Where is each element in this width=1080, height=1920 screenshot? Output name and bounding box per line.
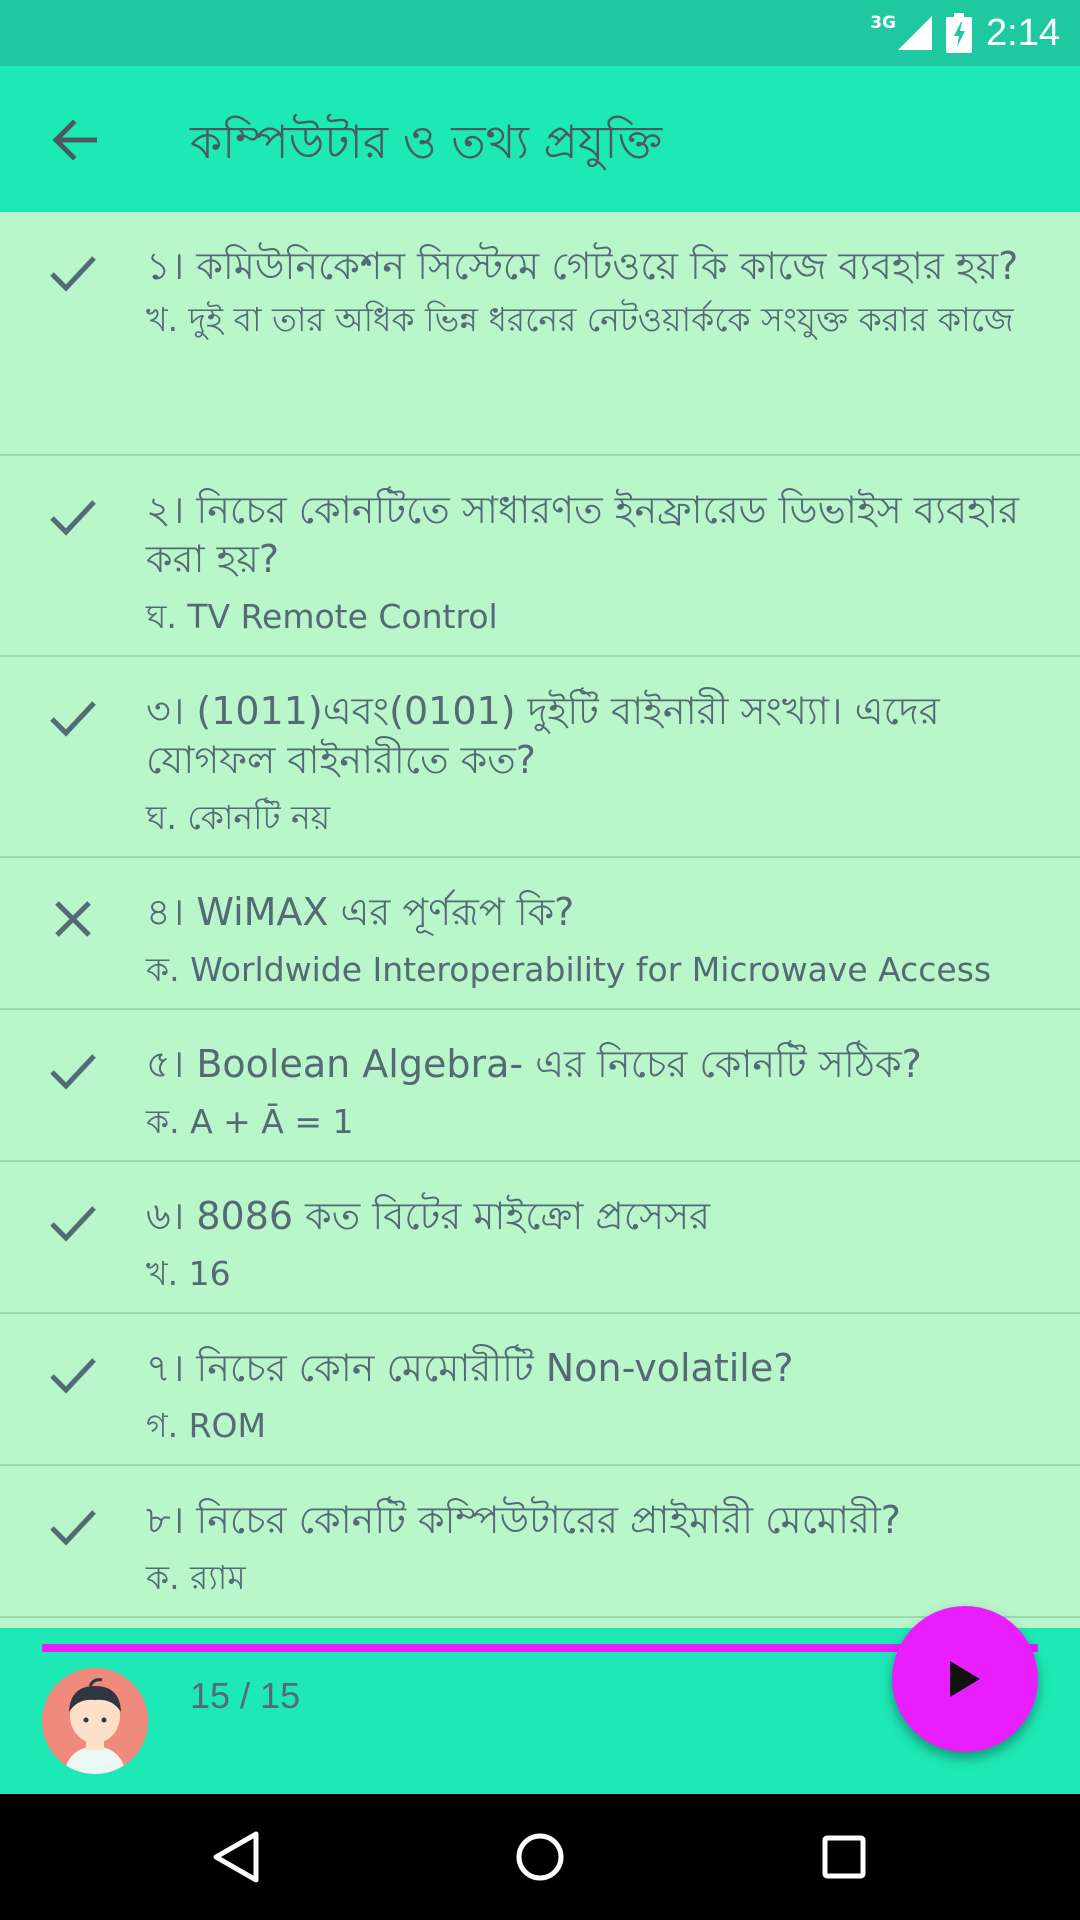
question-text: ২। নিচের কোনটিতে সাধারণত ইনফ্রারেড ডিভাই…: [146, 488, 1020, 581]
status-mark: [46, 1044, 100, 1098]
question-list[interactable]: ১। কমিউনিকেশন সিস্টেমে গেটওয়ে কি কাজে ব…: [0, 212, 1080, 1628]
question-text: ৮। নিচের কোনটি কম্পিউটারের প্রাইমারী মেম…: [146, 1498, 901, 1542]
question-text: ৪। WiMAX এর পূর্ণরূপ কি?: [146, 890, 575, 934]
nav-recents-button[interactable]: [784, 1794, 904, 1920]
question-counter: 15 / 15: [190, 1675, 301, 1716]
status-time: 2:14: [986, 11, 1060, 54]
status-mark: [46, 691, 100, 745]
close-icon: [55, 901, 91, 937]
arrow-back-icon: [52, 120, 97, 160]
network-type-label: 3G: [870, 13, 897, 33]
status-mark: [46, 246, 100, 300]
question-text: ১। কমিউনিকেশন সিস্টেমে গেটওয়ে কি কাজে ব…: [146, 244, 1019, 288]
answer-text: ঘ. কোনটি নয়: [146, 798, 331, 837]
check-icon: [50, 1358, 96, 1394]
question-text: ৩। (1011)এবং(0101) দুইটি বাইনারী সংখ্যা।…: [146, 689, 940, 782]
circle-home-icon: [516, 1833, 564, 1881]
check-icon: [50, 1206, 96, 1242]
play-button[interactable]: [892, 1606, 1038, 1752]
app-bar: কম্পিউটার ও তথ্য প্রযুক্তি: [0, 66, 1080, 212]
answer-text: ক. A + Ā = 1: [146, 1102, 354, 1141]
triangle-back-icon: [213, 1831, 259, 1883]
bottom-bar: 15 / 15: [0, 1606, 1080, 1794]
check-icon: [50, 1054, 96, 1090]
question-text: ৫। Boolean Algebra- এর নিচের কোনটি সঠিক?: [146, 1042, 922, 1086]
question-item-2[interactable]: ২। নিচের কোনটিতে সাধারণত ইনফ্রারেড ডিভাই…: [0, 456, 1080, 657]
question-item-5[interactable]: ৫। Boolean Algebra- এর নিচের কোনটি সঠিক?…: [0, 1010, 1080, 1162]
check-icon: [50, 256, 96, 292]
play-icon: [950, 1661, 980, 1697]
answer-text: ঘ. TV Remote Control: [146, 597, 498, 636]
question-item-7[interactable]: ৭। নিচের কোন মেমোরীটি Non-volatile? গ. R…: [0, 1314, 1080, 1466]
answer-text: খ. 16: [146, 1254, 231, 1293]
battery-icon: [946, 13, 973, 53]
square-recents-icon: [822, 1835, 866, 1879]
status-mark: [46, 1500, 100, 1554]
signal-icon: [898, 16, 933, 50]
question-item-6[interactable]: ৬। 8086 কত বিটের মাইক্রো প্রসেসর খ. 16: [0, 1162, 1080, 1314]
answer-text: খ. দুই বা তার অধিক ভিন্ন ধরনের নেটওয়ার্…: [146, 300, 1014, 339]
back-button[interactable]: [38, 109, 110, 171]
answer-text: ক. Worldwide Interoperability for Microw…: [146, 950, 992, 989]
status-mark: [46, 1348, 100, 1402]
user-avatar-icon: [42, 1668, 148, 1774]
page-title: কম্পিউটার ও তথ্য প্রযুক্তি: [190, 115, 663, 169]
answer-text: গ. ROM: [146, 1406, 266, 1445]
status-mark: [46, 490, 100, 544]
status-mark: [46, 1196, 100, 1250]
question-item-1[interactable]: ১। কমিউনিকেশন সিস্টেমে গেটওয়ে কি কাজে ব…: [0, 212, 1080, 456]
nav-home-button[interactable]: [480, 1794, 600, 1920]
check-icon: [50, 701, 96, 737]
avatar[interactable]: [42, 1668, 148, 1774]
question-item-4[interactable]: ৪। WiMAX এর পূর্ণরূপ কি? ক. Worldwide In…: [0, 858, 1080, 1010]
status-bar: 3G 2:14: [0, 0, 1080, 66]
question-text: ৬। 8086 কত বিটের মাইক্রো প্রসেসর: [146, 1194, 711, 1238]
progress-bar: [42, 1644, 1038, 1652]
question-item-3[interactable]: ৩। (1011)এবং(0101) দুইটি বাইনারী সংখ্যা।…: [0, 657, 1080, 858]
nav-back-button[interactable]: [176, 1794, 296, 1920]
check-icon: [50, 500, 96, 536]
question-item-8[interactable]: ৮। নিচের কোনটি কম্পিউটারের প্রাইমারী মেম…: [0, 1466, 1080, 1618]
system-nav-bar: [0, 1794, 1080, 1920]
status-mark: [46, 892, 100, 946]
check-icon: [50, 1510, 96, 1546]
answer-text: ক. র‍্যাম: [146, 1558, 246, 1597]
question-text: ৭। নিচের কোন মেমোরীটি Non-volatile?: [146, 1346, 794, 1390]
